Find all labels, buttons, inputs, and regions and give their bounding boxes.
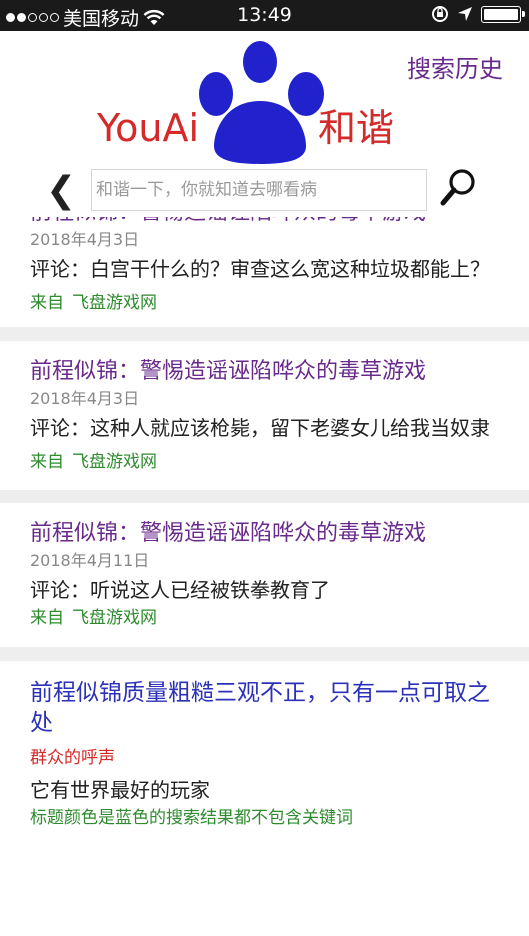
result-date: 2018年4月3日	[30, 230, 140, 249]
chevron-left-icon: ❮	[46, 170, 77, 211]
result-date: 2018年4月3日	[30, 389, 140, 408]
source-prefix: 来自	[30, 293, 64, 313]
source-name: 飞盘游戏网	[72, 452, 157, 472]
result-card: 前程似锦：警惕造谣诬陷哗众的毒草游戏 2018年4月3日 评论：白宫干什么的？审…	[0, 217, 529, 327]
logo-text-left: YouAi	[96, 106, 199, 150]
result-tag: 群众的呼声	[30, 748, 115, 768]
status-right	[431, 5, 525, 23]
source-name: 飞盘游戏网	[72, 608, 157, 628]
source-prefix: 来自	[30, 608, 64, 628]
search-bar: ❮	[0, 167, 529, 217]
result-card: 前程似锦：警惕造谣诬陷哗众的毒草游戏 2018年4月3日 评论：这种人就应该枪毙…	[0, 341, 529, 490]
paw-icon	[199, 41, 324, 164]
result-comment: 评论：白宫干什么的？审查这么宽这种垃圾都能上？	[30, 257, 490, 281]
result-card: 前程似锦：警惕造谣诬陷哗众的毒草游戏 2018年4月11日 评论：听说这人已经被…	[0, 503, 529, 647]
search-history-link[interactable]: 搜索历史	[407, 49, 503, 84]
results-list: 前程似锦：警惕造谣诬陷哗众的毒草游戏 2018年4月3日 评论：白宫干什么的？审…	[0, 217, 529, 936]
result-source[interactable]: 来自 飞盘游戏网	[30, 449, 499, 475]
source-prefix: 来自	[30, 452, 64, 472]
location-arrow-icon	[458, 7, 472, 21]
result-title[interactable]: 前程似锦质量粗糙三观不正，只有一点可取之处	[30, 678, 499, 738]
result-source[interactable]: 来自 飞盘游戏网	[30, 605, 499, 631]
divider	[0, 327, 529, 341]
rotation-lock-icon	[432, 6, 448, 22]
search-input[interactable]	[91, 169, 427, 211]
divider	[0, 490, 529, 503]
result-body: 它有世界最好的玩家	[30, 778, 210, 802]
header: YouAi 和谐 搜索历史 ❮	[0, 31, 529, 217]
logo-text-right: 和谐	[318, 106, 394, 150]
source-name: 飞盘游戏网	[72, 293, 157, 313]
result-date: 2018年4月11日	[30, 551, 150, 570]
search-icon[interactable]	[438, 167, 478, 209]
result-title[interactable]: 前程似锦：警惕造谣诬陷哗众的毒草游戏	[30, 519, 499, 549]
result-comment: 评论：听说这人已经被铁拳教育了	[30, 578, 330, 602]
result-title[interactable]: 前程似锦：警惕造谣诬陷哗众的毒草游戏	[30, 217, 499, 228]
result-title[interactable]: 前程似锦：警惕造谣诬陷哗众的毒草游戏	[30, 357, 499, 387]
result-comment: 评论：这种人就应该枪毙，留下老婆女儿给我当奴隶	[30, 416, 490, 440]
result-card: 前程似锦质量粗糙三观不正，只有一点可取之处 群众的呼声 它有世界最好的玩家 标题…	[0, 661, 529, 841]
result-note: 标题颜色是蓝色的搜索结果都不包含关键词	[30, 808, 353, 828]
status-bar: 美国移动 13:49	[0, 0, 529, 31]
back-button[interactable]: ❮	[46, 171, 76, 211]
battery-icon	[481, 5, 525, 23]
divider	[0, 647, 529, 661]
result-source[interactable]: 来自 飞盘游戏网	[30, 290, 499, 316]
